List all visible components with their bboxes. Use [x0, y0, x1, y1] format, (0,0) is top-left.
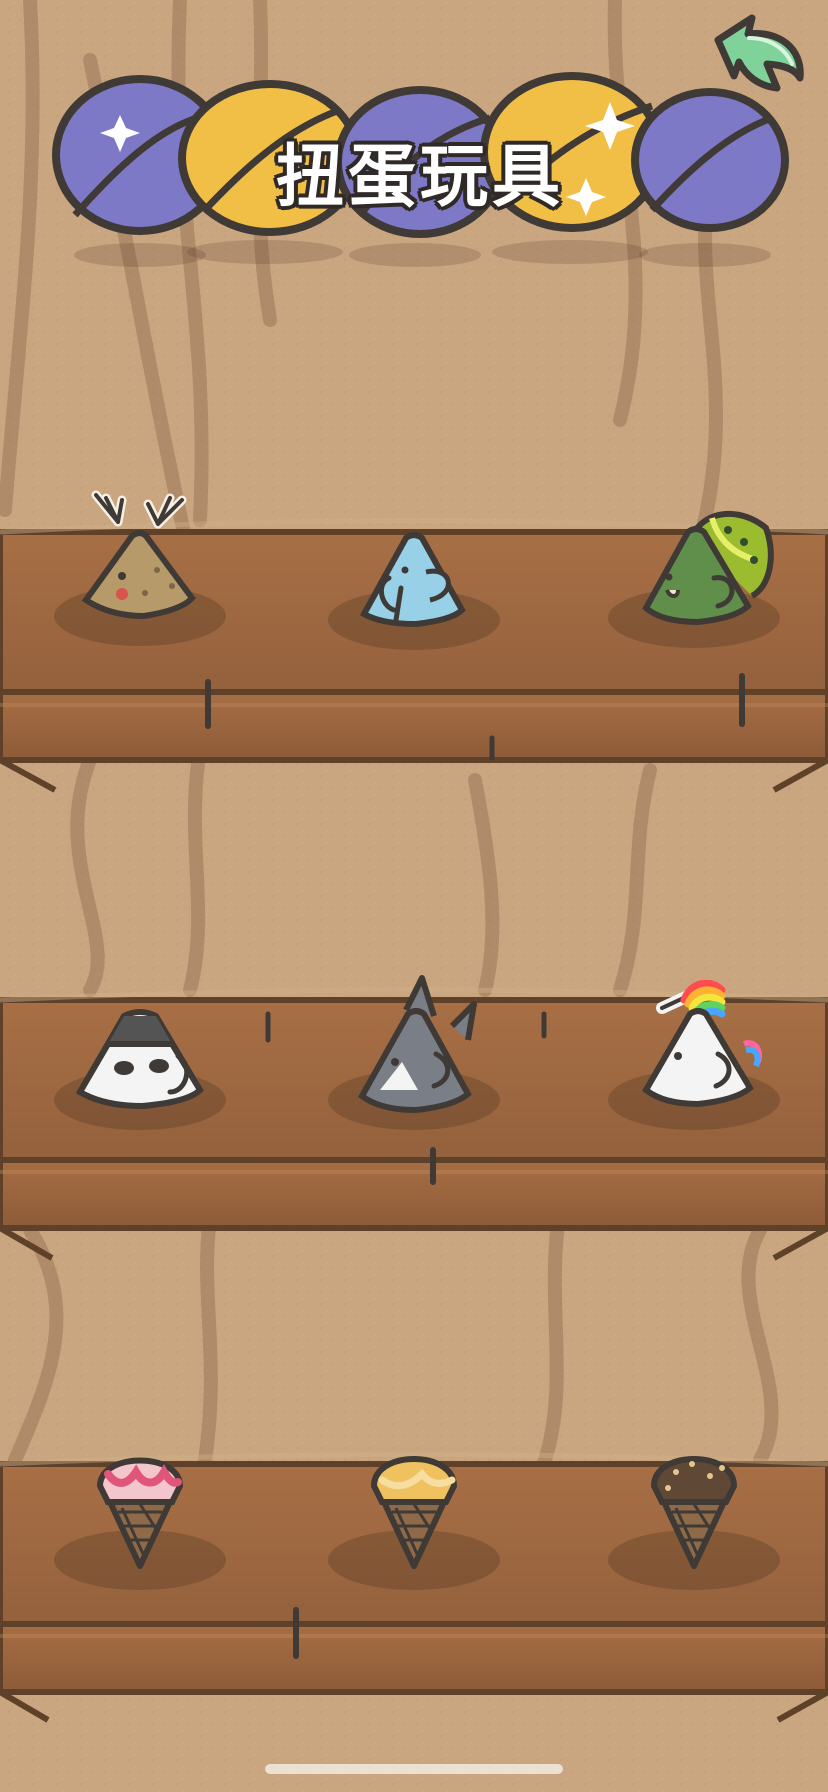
capsule-icon [178, 80, 362, 236]
back-arrow-icon [714, 14, 804, 92]
strawberry-ice-cream-toy[interactable] [52, 1428, 228, 1598]
deer-toy[interactable] [52, 490, 228, 650]
chocolate-ice-cream-toy[interactable] [606, 1428, 782, 1598]
back-button[interactable] [704, 10, 810, 100]
capsule-icon [334, 86, 506, 238]
elephant-toy[interactable] [326, 510, 502, 660]
unicorn-toy[interactable] [606, 980, 782, 1140]
mango-ice-cream-toy[interactable] [326, 1428, 502, 1598]
shark-toy[interactable] [326, 970, 502, 1140]
home-indicator[interactable] [265, 1764, 563, 1774]
peacock-toy[interactable] [606, 500, 782, 660]
panda-toy[interactable] [52, 992, 228, 1142]
gacha-toy-screen: 扭蛋玩具 [0, 0, 828, 1792]
title-banner: 扭蛋玩具 [40, 70, 800, 270]
capsule-icon [631, 88, 789, 232]
